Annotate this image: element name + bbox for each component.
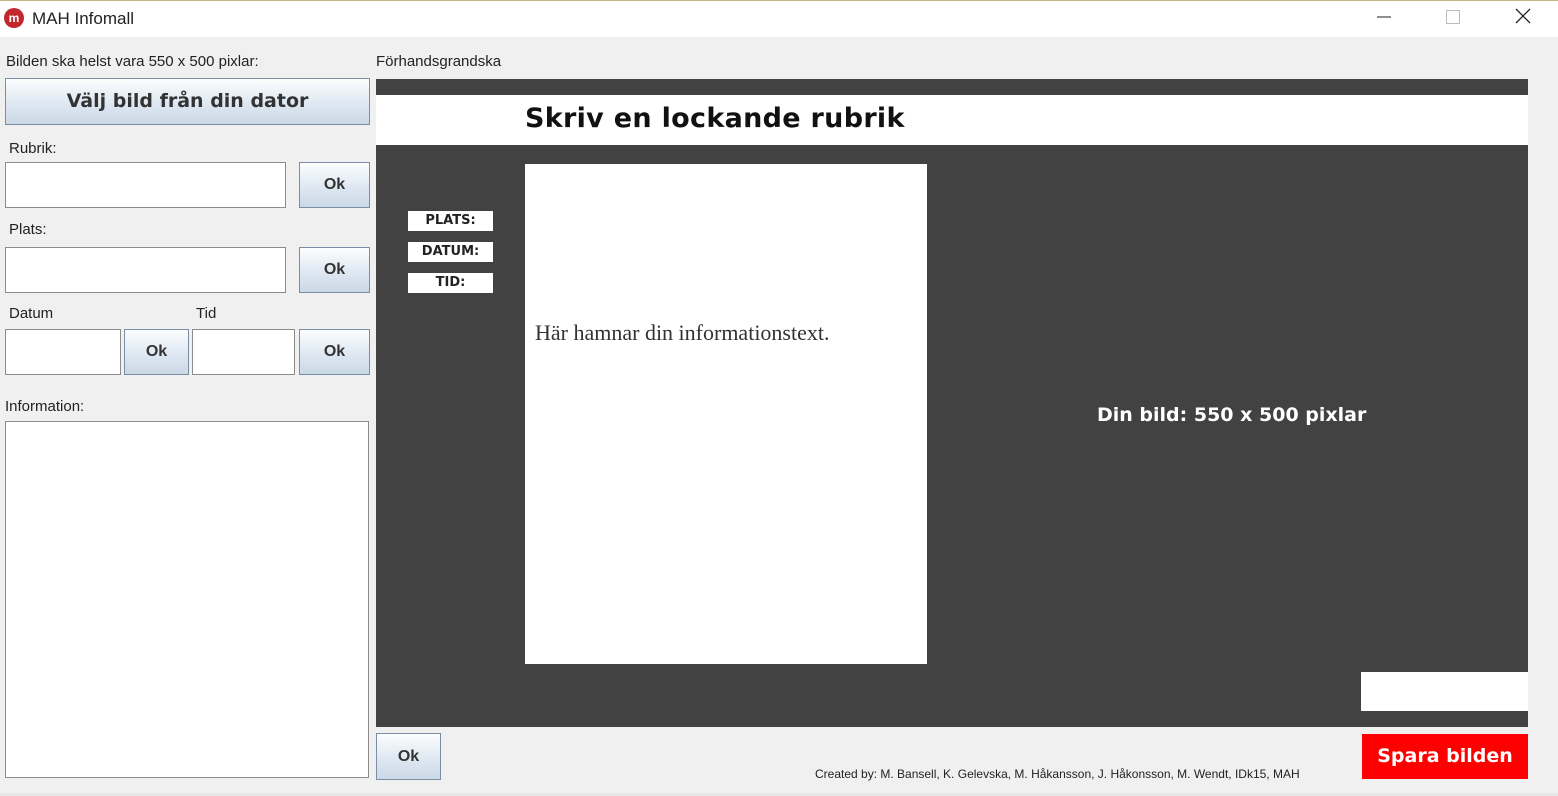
logo-area (1361, 672, 1528, 711)
datum-input[interactable] (5, 329, 121, 375)
tid-label: Tid (196, 305, 217, 322)
choose-image-button[interactable]: Välj bild från din dator (5, 78, 370, 125)
save-image-button[interactable]: Spara bilden (1362, 734, 1528, 779)
maximize-button[interactable] (1430, 0, 1476, 37)
preview-label: Förhandsgrandska (376, 53, 502, 70)
image-size-hint: Bilden ska helst vara 550 x 500 pixlar: (6, 53, 259, 70)
information-label: Information: (5, 398, 85, 415)
info-card (525, 164, 927, 664)
close-button[interactable] (1500, 0, 1546, 37)
close-icon (1515, 8, 1531, 24)
datum-label: Datum (9, 305, 54, 322)
credits-text: Created by: M. Bansell, K. Gelevska, M. … (815, 767, 1300, 781)
minimize-icon (1377, 16, 1391, 18)
info-text: Här hamnar din informationstext. (535, 320, 830, 345)
title-bar (0, 0, 1558, 37)
maximize-icon (1446, 10, 1460, 24)
rubrik-input[interactable] (5, 162, 286, 208)
tid-tag: TID: (408, 273, 493, 293)
datum-ok-button[interactable]: Ok (124, 329, 189, 375)
information-textarea[interactable] (5, 421, 369, 778)
plats-ok-button[interactable]: Ok (299, 247, 370, 293)
plats-label: Plats: (9, 221, 47, 238)
rubrik-ok-button[interactable]: Ok (299, 162, 370, 208)
preview-headline: Skriv en lockande rubrik (525, 103, 905, 134)
app-logo-icon: m (4, 8, 24, 28)
rubrik-label: Rubrik: (9, 140, 57, 157)
plats-input[interactable] (5, 247, 286, 293)
datum-tag: DATUM: (408, 242, 493, 262)
plats-tag: PLATS: (408, 211, 493, 231)
preview-ok-button[interactable]: Ok (376, 733, 441, 780)
tid-input[interactable] (192, 329, 295, 375)
image-placeholder: Din bild: 550 x 500 pixlar (1097, 404, 1367, 426)
tid-ok-button[interactable]: Ok (299, 329, 370, 375)
window-title: MAH Infomall (32, 9, 135, 28)
minimize-button[interactable] (1361, 0, 1407, 37)
